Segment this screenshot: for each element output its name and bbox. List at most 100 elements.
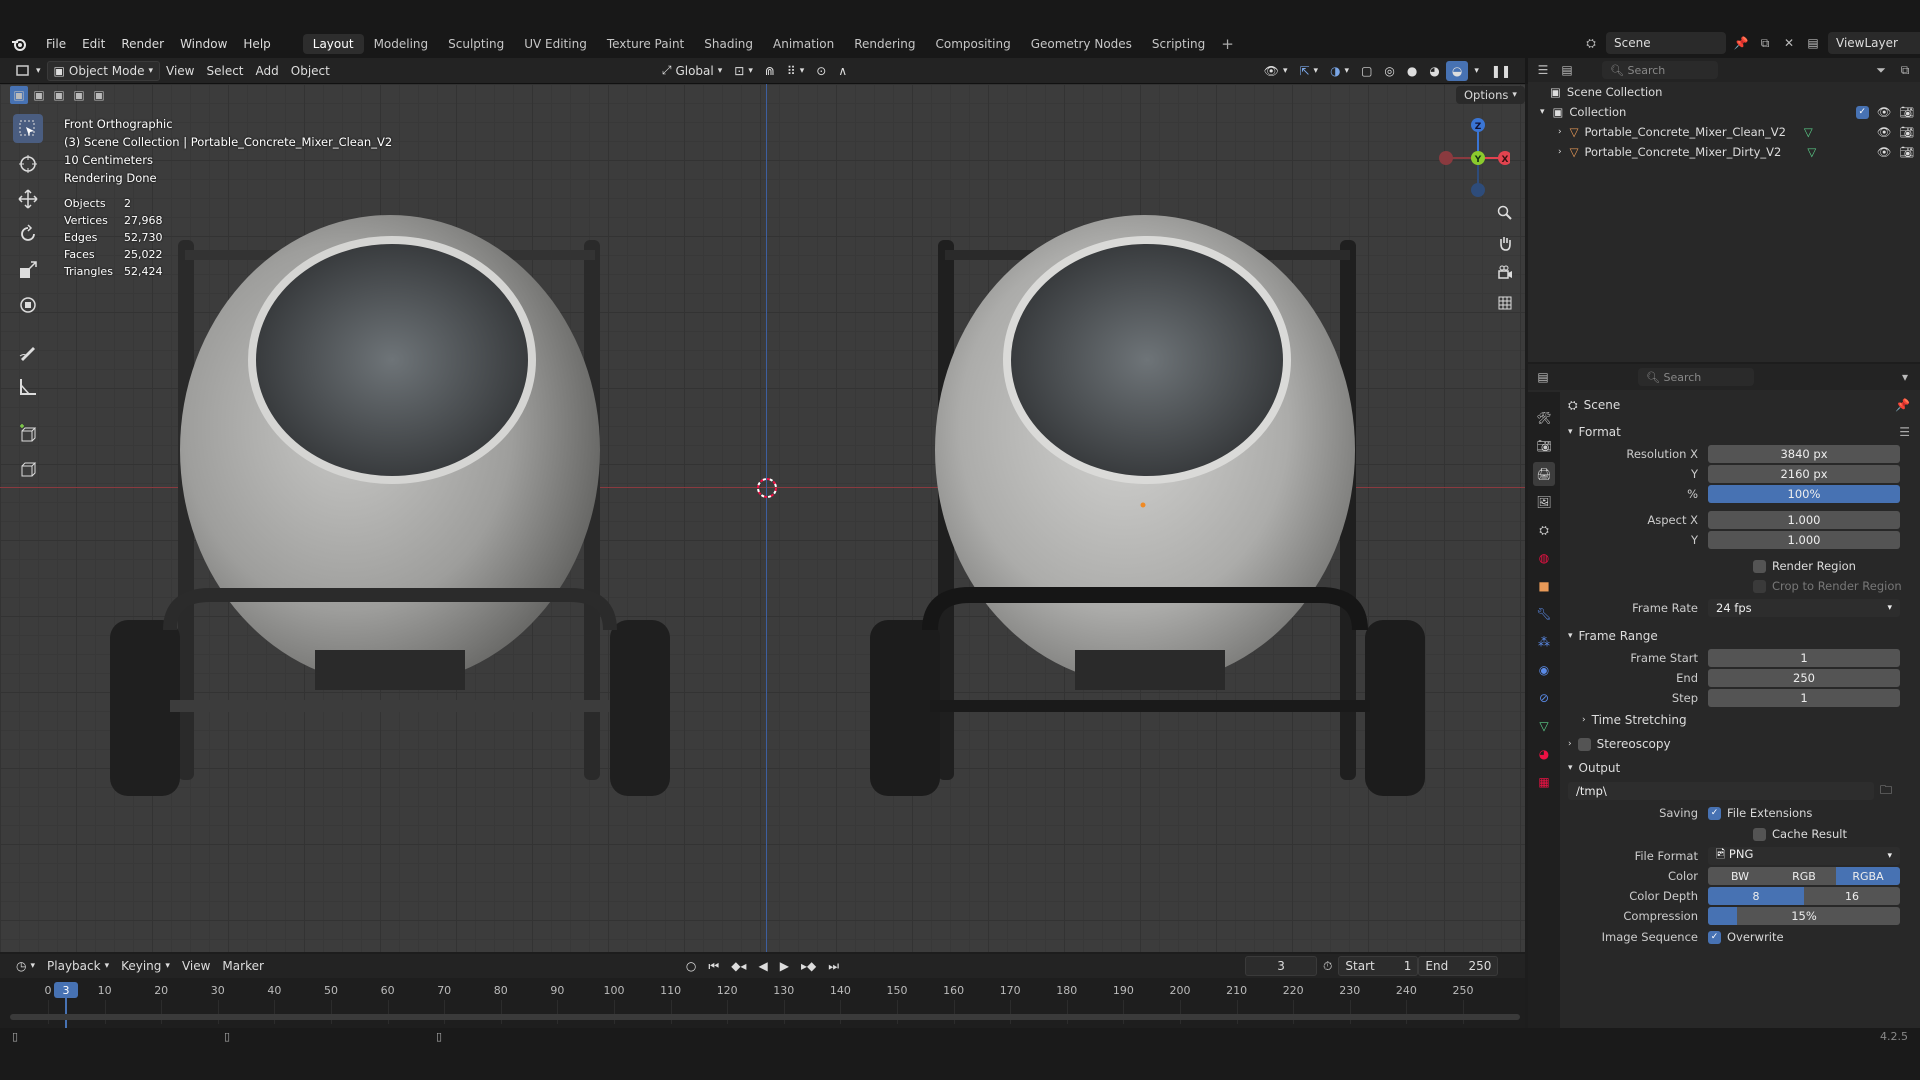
prev-keyframe-button[interactable]: ◆◂	[725, 956, 752, 976]
editor-type-button[interactable]: ▾	[10, 61, 47, 81]
scale-tool[interactable]	[13, 255, 43, 284]
scene-name-field[interactable]: Scene	[1606, 32, 1726, 54]
zoom-icon[interactable]	[1492, 200, 1518, 226]
mixer-clean[interactable]	[110, 215, 670, 796]
scene-tab-icon[interactable]: ⛭	[1533, 518, 1555, 542]
object-tab-icon[interactable]: ■	[1533, 574, 1555, 598]
view-layer-tab-icon[interactable]: 🖼	[1533, 490, 1555, 514]
transform-tool[interactable]	[13, 290, 43, 319]
checkbox-box[interactable]	[1753, 559, 1766, 573]
select-box-tool[interactable]	[13, 114, 43, 144]
outliner-collection[interactable]: ▾ ▣ Collection ✓ 👁 📷︎	[1528, 102, 1920, 122]
falloff-dropdown[interactable]: ∧	[832, 61, 853, 81]
display-mode-icon[interactable]: ▤	[1558, 61, 1576, 79]
tab-layout[interactable]: Layout	[302, 34, 364, 54]
proportional-edit-toggle[interactable]: ⊙	[810, 61, 832, 81]
tab-texture-paint[interactable]: Texture Paint	[597, 34, 694, 54]
transform-cube-tool[interactable]	[13, 455, 43, 484]
stereoscopy-checkbox[interactable]	[1577, 737, 1591, 751]
current-frame-field[interactable]: 3	[1245, 956, 1318, 976]
pan-hand-icon[interactable]	[1492, 230, 1518, 256]
gizmo-toggle[interactable]: ⇱ ▾	[1293, 61, 1324, 81]
pause-render-button[interactable]: ❚❚	[1485, 61, 1517, 81]
camera-icon[interactable]: 📷︎	[1899, 125, 1914, 139]
tab-compositing[interactable]: Compositing	[925, 34, 1020, 54]
resolution-x-field[interactable]: 3840 px	[1708, 445, 1900, 463]
render-tab-icon[interactable]: 📷︎	[1533, 434, 1555, 458]
overwrite-checkbox[interactable]: ✓	[1708, 930, 1721, 944]
play-button[interactable]: ▶	[774, 956, 795, 976]
output-path-input[interactable]: /tmp\	[1568, 782, 1874, 800]
time-stretching-subpanel[interactable]: › Time Stretching	[1568, 708, 1910, 732]
cache-result-checkbox[interactable]: Cache Result	[1568, 824, 1910, 844]
mode-dropdown[interactable]: ▣ Object Mode ▾	[46, 60, 160, 81]
chevron-right-icon[interactable]: ›	[1558, 127, 1562, 137]
menu-add[interactable]: Add	[250, 61, 285, 81]
collection-checkbox[interactable]: ✓	[1855, 105, 1869, 119]
tab-modeling[interactable]: Modeling	[364, 34, 439, 54]
select-new-icon[interactable]: ▣	[10, 86, 28, 104]
jump-start-button[interactable]: ⏮	[702, 956, 725, 976]
snap-toggle[interactable]: ⋒	[759, 61, 781, 81]
outliner-editor-type-icon[interactable]: ☰	[1534, 61, 1552, 79]
mixer-dirty[interactable]	[870, 215, 1425, 796]
timeline-editor-type-button[interactable]: ◷ ▾	[10, 956, 41, 976]
depth-16-option[interactable]: 16	[1804, 887, 1900, 905]
chevron-down-icon[interactable]: ▾	[1540, 107, 1545, 117]
xray-toggle[interactable]: ▢	[1355, 61, 1378, 81]
constraints-tab-icon[interactable]: ⊘	[1533, 686, 1555, 710]
file-extensions-checkbox[interactable]: ✓	[1708, 806, 1721, 820]
checkbox-box[interactable]	[1753, 579, 1766, 593]
scene-icon[interactable]: ⛭	[1582, 34, 1600, 52]
modifier-tab-icon[interactable]: 🔧︎	[1533, 602, 1555, 626]
folder-icon[interactable]: 🗀	[1880, 781, 1892, 802]
resolution-y-field[interactable]: 2160 px	[1708, 465, 1900, 483]
material-tab-icon[interactable]: ◕	[1533, 742, 1555, 766]
outliner-object-dirty[interactable]: › ▽ Portable_Concrete_Mixer_Dirty_V2 ▽ 👁 …	[1528, 142, 1920, 162]
color-rgb-option[interactable]: RGB	[1772, 867, 1836, 885]
physics-tab-icon[interactable]: ◉	[1533, 658, 1555, 682]
frame-start-field[interactable]: 1	[1708, 649, 1900, 667]
menu-playback[interactable]: Playback ▾	[41, 956, 115, 976]
menu-file[interactable]: File	[38, 37, 74, 51]
output-tab-icon[interactable]: 🖨	[1533, 462, 1555, 486]
outliner-object-clean[interactable]: › ▽ Portable_Concrete_Mixer_Clean_V2 ▽ 👁 …	[1528, 122, 1920, 142]
select-subtract-icon[interactable]: ▣	[50, 86, 68, 104]
visibility-dropdown[interactable]: 👁 ▾	[1258, 61, 1294, 81]
resolution-percent-field[interactable]: 100%	[1708, 485, 1900, 503]
options-dropdown[interactable]: Options ▾	[1456, 86, 1525, 104]
file-format-dropdown[interactable]: 🖻 PNG ▾	[1708, 847, 1900, 865]
menu-edit[interactable]: Edit	[74, 37, 113, 51]
color-bw-option[interactable]: BW	[1708, 867, 1772, 885]
outliner-search-input[interactable]: 🔍︎ Search	[1602, 61, 1718, 79]
eye-icon[interactable]: 👁	[1877, 145, 1892, 159]
annotate-tool[interactable]	[13, 337, 43, 366]
tab-geometry-nodes[interactable]: Geometry Nodes	[1021, 34, 1142, 54]
use-preview-range-toggle[interactable]: ⏱	[1317, 956, 1338, 976]
chevron-right-icon[interactable]: ›	[1558, 147, 1562, 157]
particles-tab-icon[interactable]: ⁂	[1533, 630, 1555, 654]
timeline-area[interactable]: 0 10 20 30 40 50 60 70 80 90 100 110 120 130 140 150 160…	[0, 978, 1525, 1028]
depth-8-option[interactable]: 8	[1708, 887, 1804, 905]
select-extend-icon[interactable]: ▣	[30, 86, 48, 104]
measure-tool[interactable]	[13, 372, 43, 401]
gizmo-neg-x-icon[interactable]	[1439, 151, 1453, 165]
ortho-grid-icon[interactable]	[1492, 290, 1518, 316]
delete-scene-icon[interactable]: ✕	[1780, 34, 1798, 52]
chevron-down-icon[interactable]: ▾	[1896, 368, 1914, 386]
shading-wireframe-button[interactable]: ◎	[1378, 61, 1400, 81]
tab-rendering[interactable]: Rendering	[844, 34, 925, 54]
tab-shading[interactable]: Shading	[694, 34, 763, 54]
shading-material-button[interactable]: ◕	[1423, 61, 1445, 81]
shading-rendered-button[interactable]: ◒	[1445, 60, 1469, 81]
world-tab-icon[interactable]: ◍	[1533, 546, 1555, 570]
view-layer-icon[interactable]: ▤	[1804, 34, 1822, 52]
menu-view[interactable]: View	[160, 61, 200, 81]
color-rgba-option[interactable]: RGBA	[1836, 867, 1900, 885]
tab-sculpting[interactable]: Sculpting	[438, 34, 514, 54]
aspect-y-field[interactable]: 1.000	[1708, 531, 1900, 549]
pin-icon[interactable]: 📌	[1732, 34, 1750, 52]
select-intersect-icon[interactable]: ▣	[90, 86, 108, 104]
shading-options-dropdown[interactable]: ▾	[1468, 61, 1485, 81]
shading-solid-button[interactable]: ●	[1401, 61, 1423, 81]
